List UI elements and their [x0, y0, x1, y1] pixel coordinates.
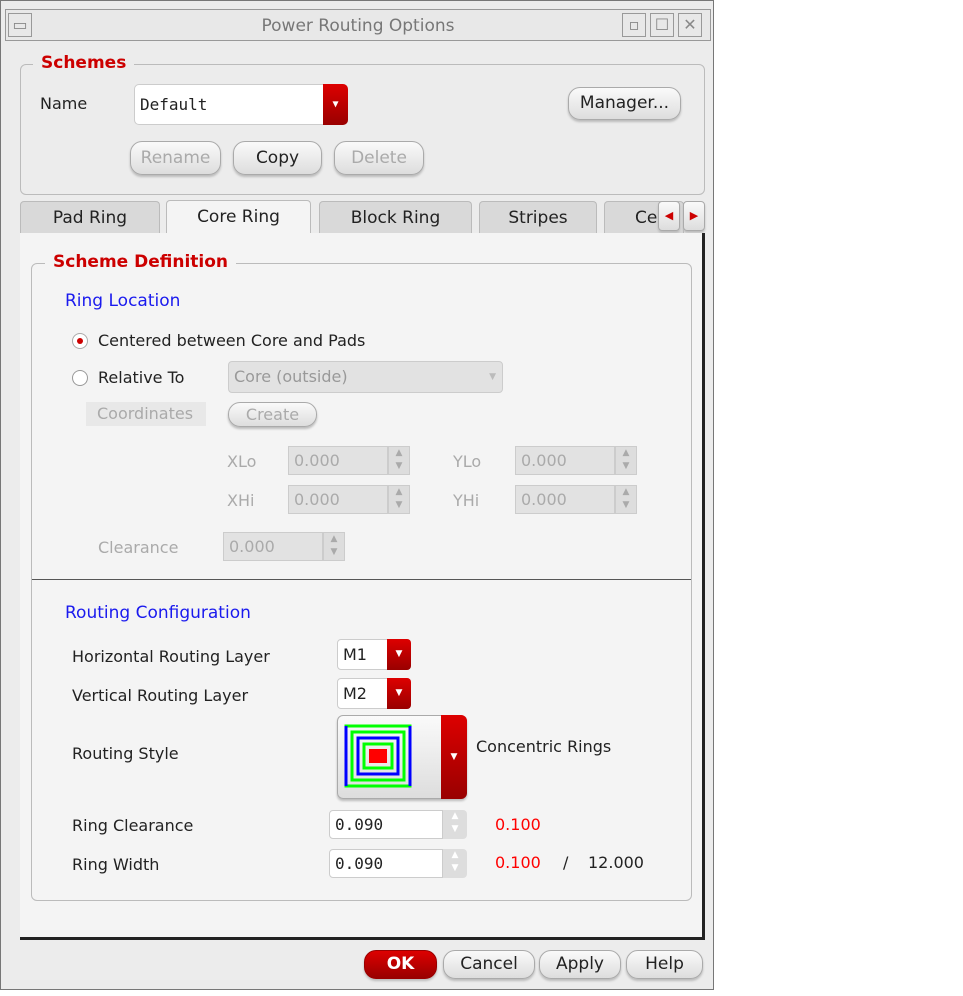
xhi-spinner[interactable]: ▲ ▼: [388, 485, 410, 514]
schemes-group: [20, 64, 705, 195]
yhi-label: YHi: [453, 491, 480, 510]
chevron-down-icon: ▼: [489, 372, 496, 382]
minimize-icon[interactable]: ▫: [622, 13, 646, 37]
ring-width-max: 12.000: [588, 853, 644, 872]
ok-button[interactable]: OK: [364, 950, 437, 979]
routing-configuration-heading: Routing Configuration: [65, 603, 251, 623]
vertical-layer-label: Vertical Routing Layer: [72, 686, 249, 705]
ring-width-min: 0.100: [495, 853, 541, 872]
horizontal-layer-value: M1: [343, 645, 367, 664]
divider: [32, 579, 691, 580]
copy-button[interactable]: Copy: [233, 141, 322, 175]
ring-width-label: Ring Width: [72, 855, 160, 874]
ring-clearance-label: Ring Clearance: [72, 816, 194, 835]
centered-label: Centered between Core and Pads: [98, 331, 366, 350]
tab-scroll-right-icon[interactable]: ▶: [683, 201, 705, 231]
ring-clearance-min: 0.100: [495, 815, 541, 834]
xlo-spinner[interactable]: ▲ ▼: [388, 446, 410, 475]
tab-core-ring[interactable]: Core Ring: [166, 200, 311, 234]
centered-radio[interactable]: [72, 333, 88, 349]
tab-scroll-left-icon[interactable]: ◀: [658, 201, 680, 231]
routing-style-value: Concentric Rings: [476, 737, 612, 756]
chevron-down-icon: ▼: [387, 678, 411, 709]
clearance-spinner[interactable]: ▲ ▼: [323, 532, 345, 561]
help-button[interactable]: Help: [626, 950, 703, 979]
tab-pad-ring[interactable]: Pad Ring: [20, 201, 160, 233]
scheme-name-value: Default: [140, 95, 208, 114]
ylo-label: YLo: [453, 452, 482, 471]
horizontal-layer-label: Horizontal Routing Layer: [72, 647, 270, 666]
scheme-definition-legend: Scheme Definition: [45, 252, 237, 272]
vertical-layer-value: M2: [343, 684, 367, 703]
concentric-rings-icon: [344, 724, 412, 788]
maximize-icon[interactable]: ☐: [650, 13, 674, 37]
ring-width-separator: /: [563, 853, 569, 872]
xlo-label: XLo: [227, 452, 257, 471]
close-icon[interactable]: ✕: [678, 13, 702, 37]
ring-location-heading: Ring Location: [65, 291, 181, 311]
ylo-spinner[interactable]: ▲ ▼: [615, 446, 637, 475]
title-bar: ▭ Power Routing Options ▫ ☐ ✕: [5, 9, 711, 41]
clearance-label: Clearance: [98, 538, 179, 557]
delete-button[interactable]: Delete: [334, 141, 424, 175]
xhi-label: XHi: [227, 491, 255, 510]
coordinates-label: Coordinates: [86, 402, 206, 426]
ring-clearance-input[interactable]: 0.090: [329, 810, 443, 839]
ring-width-input[interactable]: 0.090: [329, 849, 443, 878]
vertical-layer-select[interactable]: M2 ▼: [337, 678, 411, 709]
apply-button[interactable]: Apply: [539, 950, 621, 979]
chevron-down-icon[interactable]: ▼: [323, 84, 348, 125]
yhi-input[interactable]: 0.000: [515, 485, 615, 514]
scheme-definition-group: [31, 263, 692, 901]
chevron-down-icon: ▼: [441, 715, 467, 799]
tab-stripes[interactable]: Stripes: [479, 201, 597, 233]
relative-to-select[interactable]: Core (outside) ▼: [228, 361, 503, 393]
manager-button[interactable]: Manager...: [568, 87, 681, 120]
xhi-input[interactable]: 0.000: [288, 485, 388, 514]
name-label: Name: [40, 94, 88, 113]
schemes-legend: Schemes: [33, 53, 135, 73]
create-button[interactable]: Create: [228, 402, 317, 427]
ring-width-spinner[interactable]: ▲ ▼: [443, 849, 467, 878]
relative-to-value: Core (outside): [234, 367, 348, 386]
cancel-button[interactable]: Cancel: [443, 950, 535, 979]
relative-to-radio[interactable]: [72, 370, 88, 386]
tab-block-ring[interactable]: Block Ring: [319, 201, 472, 233]
ring-clearance-spinner[interactable]: ▲ ▼: [443, 810, 467, 839]
horizontal-layer-select[interactable]: M1 ▼: [337, 639, 411, 670]
rename-button[interactable]: Rename: [130, 141, 221, 175]
scheme-name-select[interactable]: Default ▼: [134, 84, 348, 125]
window-title: Power Routing Options: [261, 16, 455, 36]
routing-style-select[interactable]: ▼: [337, 715, 467, 799]
routing-style-label: Routing Style: [72, 744, 179, 763]
ylo-input[interactable]: 0.000: [515, 446, 615, 475]
xlo-input[interactable]: 0.000: [288, 446, 388, 475]
clearance-input[interactable]: 0.000: [223, 532, 323, 561]
chevron-down-icon: ▼: [387, 639, 411, 670]
dialog-window: ▭ Power Routing Options ▫ ☐ ✕ Schemes Na…: [0, 0, 714, 990]
relative-to-label: Relative To: [98, 368, 185, 387]
yhi-spinner[interactable]: ▲ ▼: [615, 485, 637, 514]
